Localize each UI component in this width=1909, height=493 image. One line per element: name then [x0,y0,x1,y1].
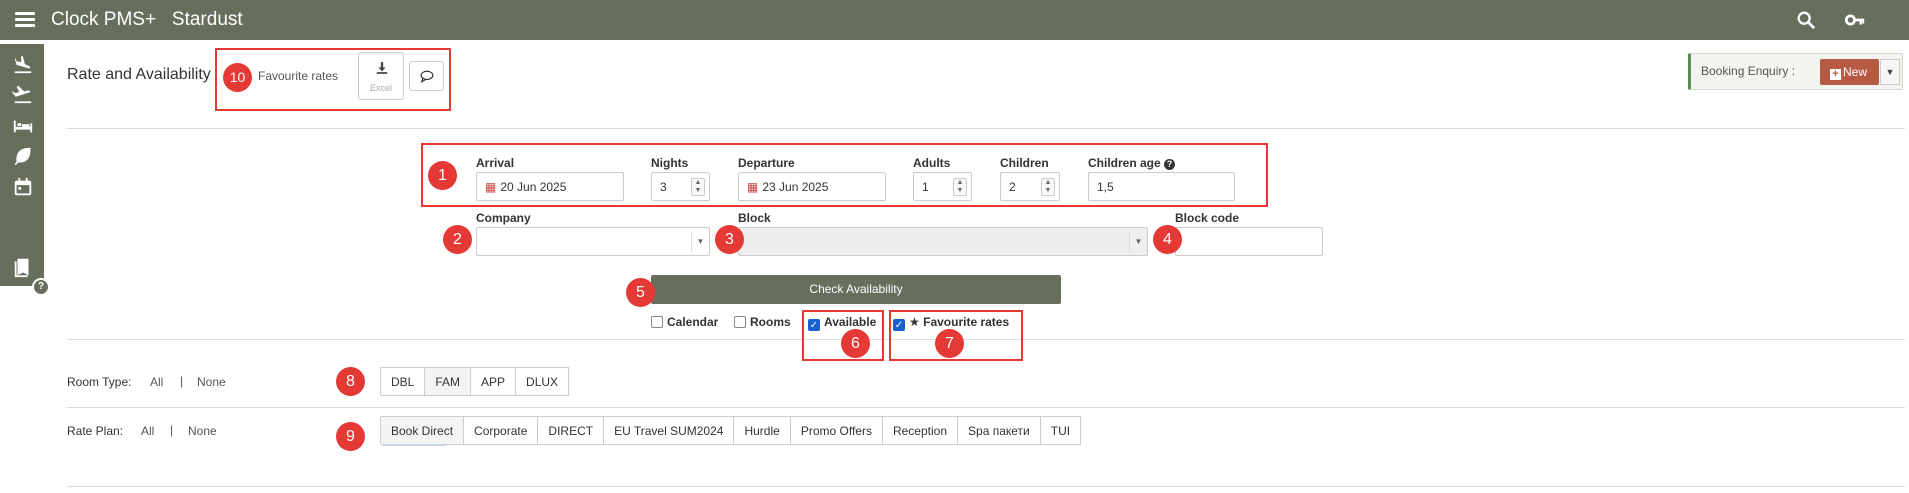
rate-plan-eu-travel[interactable]: EU Travel SUM2024 [603,416,735,445]
hamburger-icon[interactable] [15,12,35,28]
separator: | [170,423,174,437]
chevron-down-icon: ▼ [1129,232,1147,252]
rate-plan-all-link[interactable]: All [141,424,154,438]
annotation-badge-10: 10 [223,63,252,92]
checkbox-icon [734,316,746,328]
room-type-all-link[interactable]: All [150,375,163,389]
check-availability-button[interactable]: Check Availability [651,275,1061,304]
calendar-icon[interactable] [12,176,34,198]
rate-plan-book-direct[interactable]: Book Direct [380,416,465,445]
departure-plane-icon[interactable] [12,83,34,105]
help-icon[interactable]: ? [32,278,50,296]
block-code-label: Block code [1175,211,1240,225]
divider [67,128,1905,129]
divider [67,407,1905,408]
rooms-checkbox[interactable]: Rooms [734,315,791,329]
company-label: Company [476,211,531,225]
chevron-down-icon: ▼ [691,232,709,252]
booking-enquiry-panel: Booking Enquiry : + New ▼ [1688,53,1903,90]
annotation-badge-7: 7 [935,329,964,358]
new-enquiry-button[interactable]: + New [1820,59,1879,85]
arrival-plane-icon[interactable] [12,53,34,75]
room-type-fam[interactable]: FAM [424,367,472,396]
checkbox-icon [651,316,663,328]
annotation-badge-4: 4 [1153,225,1182,254]
top-bar: Clock PMS+ Stardust [0,0,1909,40]
annotation-badge-9: 9 [336,422,365,451]
calendar-option-label: Calendar [667,315,719,329]
booking-enquiry-label: Booking Enquiry : [1701,64,1796,78]
app-name: Clock PMS+ [51,9,157,30]
rate-plan-label: Rate Plan: [67,424,124,438]
new-label: New [1843,65,1868,79]
rate-plan-tui[interactable]: TUI [1039,416,1082,445]
separator: | [180,374,184,388]
leaf-icon[interactable] [12,145,34,167]
page-title: Rate and Availability [67,66,211,83]
block-label: Block [738,211,771,225]
annotation-badge-8: 8 [336,367,365,396]
property-name: Stardust [171,9,243,30]
rate-plan-none-link[interactable]: None [188,424,217,438]
key-icon[interactable] [1844,9,1866,31]
plus-square-icon: + [1830,69,1841,80]
room-type-label: Room Type: [67,375,132,389]
annotation-badge-6: 6 [841,329,870,358]
room-type-none-link[interactable]: None [197,375,226,389]
rate-plan-direct[interactable]: DIRECT [537,416,605,445]
bed-icon[interactable] [12,115,34,137]
annotation-box-1 [421,143,1268,207]
room-type-dbl[interactable]: DBL [380,367,426,396]
room-type-buttons: DBL FAM APP DLUX [380,367,570,396]
room-type-dlux[interactable]: DLUX [515,367,570,396]
app-title: Clock PMS+ Stardust [51,9,243,31]
chevron-down-icon[interactable]: ▼ [1880,59,1900,85]
annotation-badge-3: 3 [715,225,744,254]
block-code-input[interactable] [1175,227,1323,256]
active-underline [382,444,446,446]
search-icon[interactable] [1795,9,1817,31]
annotation-badge-1: 1 [428,161,457,190]
rooms-option-label: Rooms [750,315,791,329]
rate-plan-buttons: Book Direct Corporate DIRECT EU Travel S… [380,416,1082,445]
rate-plan-reception[interactable]: Reception [881,416,959,445]
annotation-badge-5: 5 [626,278,655,307]
room-type-app[interactable]: APP [470,367,517,396]
divider [67,486,1905,487]
rate-plan-corporate[interactable]: Corporate [463,416,539,445]
book-icon[interactable] [12,256,34,278]
company-select[interactable]: ▼ [476,227,710,256]
rate-plan-hurdle[interactable]: Hurdle [733,416,791,445]
calendar-checkbox[interactable]: Calendar [651,315,718,329]
annotation-badge-2: 2 [443,225,472,254]
block-select[interactable]: ▼ [738,227,1148,256]
left-sidebar [0,44,44,286]
rate-plan-promo-offers[interactable]: Promo Offers [789,416,883,445]
rate-plan-spa[interactable]: Spa пакети [957,416,1041,445]
